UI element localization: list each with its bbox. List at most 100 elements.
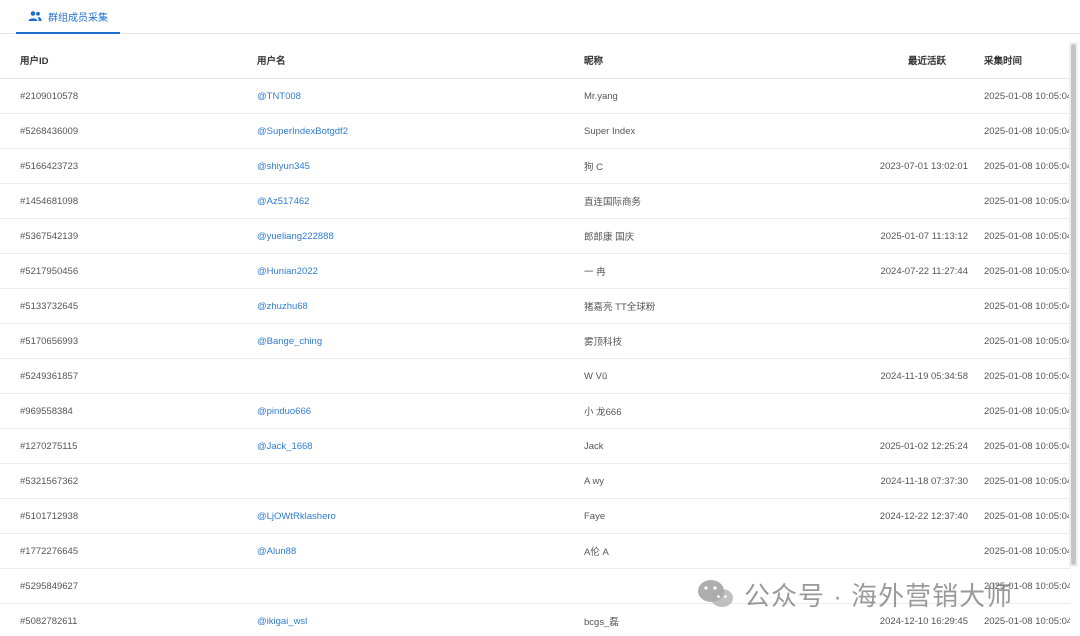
cell-collected-time: 2025-01-08 10:05:04 bbox=[984, 218, 1070, 254]
cell-collected-time: 2025-01-08 10:05:04 bbox=[984, 183, 1070, 219]
cell-user-id: #5249361857 bbox=[0, 358, 257, 394]
table-row[interactable]: #5217950456 @Hunian2022 一 冉 2024-07-22 11:2… bbox=[0, 253, 1070, 289]
cell-nickname: 小 龙666 bbox=[584, 393, 804, 429]
cell-collected-time: 2025-01-08 10:05:04 bbox=[984, 533, 1070, 569]
username-link[interactable]: @yueliang222888 bbox=[257, 231, 334, 242]
table-row[interactable]: #969558384 @pinduo666 小 龙666 2025-01-08 10:… bbox=[0, 393, 1070, 429]
cell-nickname: Super Index bbox=[584, 113, 804, 149]
cell-username: @LjOWtRklashero bbox=[257, 498, 584, 534]
cell-collected-time: 2025-01-08 10:05:04 bbox=[984, 568, 1070, 604]
cell-last-active bbox=[804, 113, 984, 149]
cell-username: @TNT008 bbox=[257, 78, 584, 114]
cell-nickname bbox=[584, 568, 804, 604]
cell-username: @pinduo666 bbox=[257, 393, 584, 429]
cell-user-id: #5217950456 bbox=[0, 253, 257, 289]
cell-last-active bbox=[804, 533, 984, 569]
cell-username bbox=[257, 463, 584, 499]
cell-nickname: A wy bbox=[584, 463, 804, 499]
cell-username: @Bange_ching bbox=[257, 323, 584, 359]
username-link[interactable]: @Az517462 bbox=[257, 196, 309, 207]
cell-nickname: A伦 A bbox=[584, 533, 804, 569]
cell-last-active bbox=[804, 183, 984, 219]
cell-user-id: #1270275115 bbox=[0, 428, 257, 464]
cell-last-active: 2024-12-22 12:37:40 bbox=[804, 498, 984, 534]
cell-collected-time: 2025-01-08 10:05:04 bbox=[984, 253, 1070, 289]
cell-collected-time: 2025-01-08 10:05:04 bbox=[984, 148, 1070, 184]
cell-user-id: #5101712938 bbox=[0, 498, 257, 534]
cell-nickname: 直连国际商务 bbox=[584, 183, 804, 219]
cell-username: @shiyun345 bbox=[257, 148, 584, 184]
cell-last-active: 2024-11-18 07:37:30 bbox=[804, 463, 984, 499]
table-row[interactable]: #1270275115 @Jack_1668 Jack 2025-01-02 12:2… bbox=[0, 428, 1070, 464]
username-link[interactable]: @Hunian2022 bbox=[257, 266, 318, 277]
cell-last-active bbox=[804, 393, 984, 429]
table-row[interactable]: #5249361857 W Vũ 2024-11-19 05:34:58 2025-0… bbox=[0, 358, 1070, 394]
cell-last-active: 2025-01-07 11:13:12 bbox=[804, 218, 984, 254]
table-row[interactable]: #5101712938 @LjOWtRklashero Faye 2024-12-22… bbox=[0, 498, 1070, 534]
username-link[interactable]: @shiyun345 bbox=[257, 161, 310, 172]
cell-last-active: 2024-07-22 11:27:44 bbox=[804, 253, 984, 289]
username-link[interactable]: @ikigai_wsl bbox=[257, 616, 307, 627]
cell-last-active: 2025-01-02 12:25:24 bbox=[804, 428, 984, 464]
cell-user-id: #5082782611 bbox=[0, 603, 257, 636]
table-row[interactable]: #5295849627 2025-01-08 10:05:04 bbox=[0, 568, 1070, 604]
cell-collected-time: 2025-01-08 10:05:04 bbox=[984, 603, 1070, 636]
username-link[interactable]: @Jack_1668 bbox=[257, 441, 313, 452]
cell-collected-time: 2025-01-08 10:05:04 bbox=[984, 498, 1070, 534]
table-row[interactable]: #5166423723 @shiyun345 狗 C 2023-07-01 13:02… bbox=[0, 148, 1070, 184]
header-nickname[interactable]: 昵称 bbox=[584, 42, 804, 79]
cell-nickname: 郎郎康 国庆 bbox=[584, 218, 804, 254]
cell-last-active bbox=[804, 323, 984, 359]
cell-username: @SuperIndexBotgdf2 bbox=[257, 113, 584, 149]
cell-username bbox=[257, 568, 584, 604]
table-row[interactable]: #1772276645 @Alun88 A伦 A 2025-01-08 10:05:0… bbox=[0, 533, 1070, 569]
cell-last-active bbox=[804, 288, 984, 324]
cell-user-id: #1454681098 bbox=[0, 183, 257, 219]
table-row[interactable]: #5268436009 @SuperIndexBotgdf2 Super Index… bbox=[0, 113, 1070, 149]
table-row[interactable]: #5321567362 A wy 2024-11-18 07:37:30 2025-0… bbox=[0, 463, 1070, 499]
cell-user-id: #5133732645 bbox=[0, 288, 257, 324]
username-link[interactable]: @LjOWtRklashero bbox=[257, 511, 336, 522]
cell-nickname: 猪嘉亮 TT全球粉 bbox=[584, 288, 804, 324]
cell-username: @zhuzhu68 bbox=[257, 288, 584, 324]
header-username[interactable]: 用户名 bbox=[257, 42, 584, 79]
members-table: 用户ID 用户名 昵称 最近活跃 采集时间 #2109010578 @TNT008… bbox=[0, 42, 1070, 636]
cell-username: @Az517462 bbox=[257, 183, 584, 219]
cell-last-active bbox=[804, 568, 984, 604]
cell-user-id: #5166423723 bbox=[0, 148, 257, 184]
header-user-id[interactable]: 用户ID bbox=[0, 42, 257, 79]
cell-nickname: W Vũ bbox=[584, 358, 804, 394]
header-last-active[interactable]: 最近活跃 bbox=[804, 42, 984, 79]
cell-collected-time: 2025-01-08 10:05:04 bbox=[984, 288, 1070, 324]
cell-username: @Hunian2022 bbox=[257, 253, 584, 289]
cell-user-id: #5295849627 bbox=[0, 568, 257, 604]
tab-bar: 群组成员采集 bbox=[0, 0, 1080, 34]
username-link[interactable]: @Bange_ching bbox=[257, 336, 322, 347]
cell-last-active bbox=[804, 78, 984, 114]
cell-username: @ikigai_wsl bbox=[257, 603, 584, 636]
username-link[interactable]: @SuperIndexBotgdf2 bbox=[257, 126, 348, 137]
tab-group-member-collection[interactable]: 群组成员采集 bbox=[16, 0, 120, 34]
table-row[interactable]: #5367542139 @yueliang222888 郎郎康 国庆 2025-01-… bbox=[0, 218, 1070, 254]
cell-username: @yueliang222888 bbox=[257, 218, 584, 254]
username-link[interactable]: @TNT008 bbox=[257, 91, 301, 102]
header-collected-time[interactable]: 采集时间 bbox=[984, 42, 1070, 79]
table-row[interactable]: #5170656993 @Bange_ching 雾顶科技 2025-01-08 10… bbox=[0, 323, 1070, 359]
table-row[interactable]: #5133732645 @zhuzhu68 猪嘉亮 TT全球粉 2025-01-08 … bbox=[0, 288, 1070, 324]
scrollbar-thumb[interactable] bbox=[1071, 44, 1076, 565]
cell-user-id: #5268436009 bbox=[0, 113, 257, 149]
username-link[interactable]: @Alun88 bbox=[257, 546, 296, 557]
table-row[interactable]: #5082782611 @ikigai_wsl bcgs_磊 2024-12-10 1… bbox=[0, 603, 1070, 636]
cell-collected-time: 2025-01-08 10:05:04 bbox=[984, 428, 1070, 464]
cell-user-id: #5367542139 bbox=[0, 218, 257, 254]
cell-collected-time: 2025-01-08 10:05:04 bbox=[984, 113, 1070, 149]
username-link[interactable]: @pinduo666 bbox=[257, 406, 311, 417]
cell-nickname: 雾顶科技 bbox=[584, 323, 804, 359]
cell-collected-time: 2025-01-08 10:05:04 bbox=[984, 358, 1070, 394]
cell-collected-time: 2025-01-08 10:05:04 bbox=[984, 323, 1070, 359]
cell-nickname: 狗 C bbox=[584, 148, 804, 184]
table-row[interactable]: #2109010578 @TNT008 Mr.yang 2025-01-08 10:0… bbox=[0, 78, 1070, 114]
username-link[interactable]: @zhuzhu68 bbox=[257, 301, 308, 312]
cell-collected-time: 2025-01-08 10:05:04 bbox=[984, 393, 1070, 429]
table-row[interactable]: #1454681098 @Az517462 直连国际商务 2025-01-08 10:… bbox=[0, 183, 1070, 219]
